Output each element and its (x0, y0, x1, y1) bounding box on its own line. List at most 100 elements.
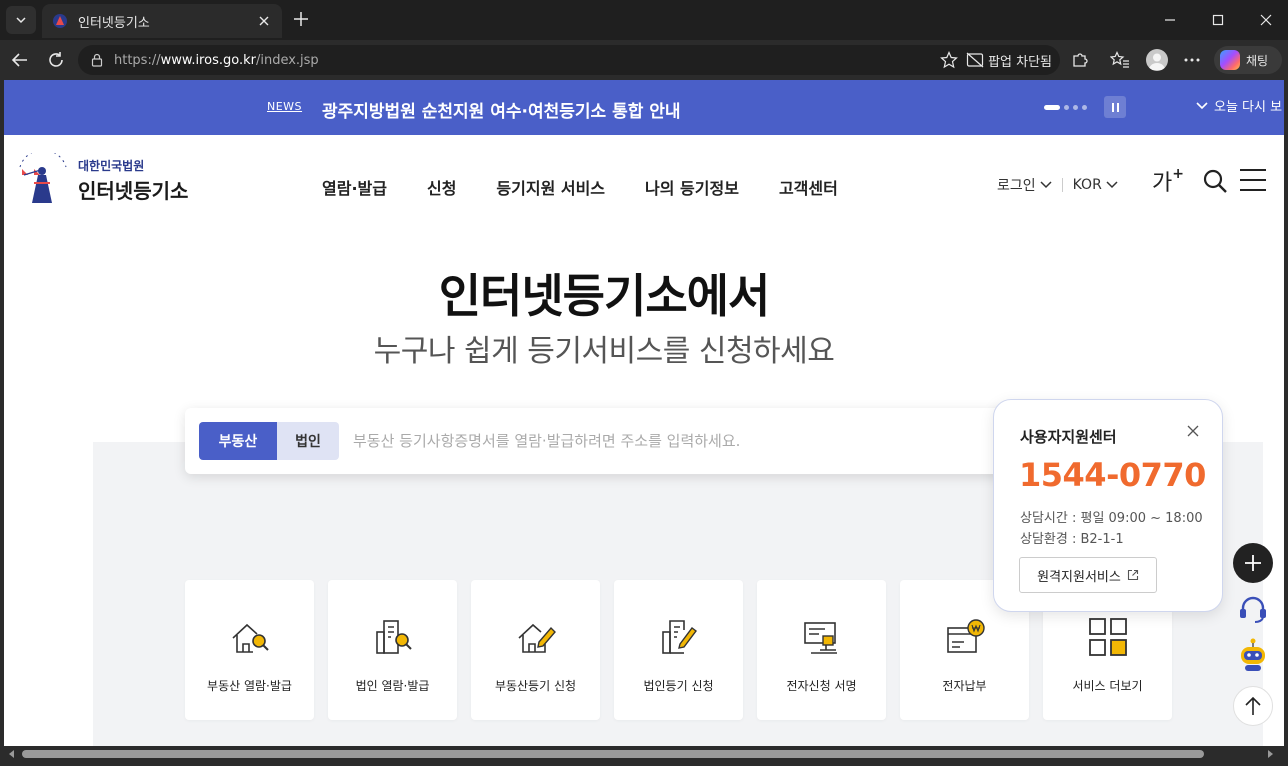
popup-blocked-label: 팝업 차단됨 (988, 54, 1052, 70)
scroll-right-icon[interactable] (1266, 750, 1274, 758)
close-icon[interactable] (1186, 424, 1200, 438)
quick-actions-plus-button[interactable] (1233, 543, 1273, 583)
copilot-icon (1220, 50, 1240, 70)
font-size-label: 가 (1152, 171, 1173, 196)
chatbot-robot-icon[interactable] (1236, 637, 1270, 673)
window-frame-bottom (0, 762, 1288, 766)
more-options-button[interactable] (1180, 48, 1204, 72)
pager-dot-active[interactable] (1044, 105, 1060, 110)
back-button[interactable] (8, 48, 32, 72)
site-logo[interactable]: 대한민국법원 인터넷등기소 (14, 153, 188, 207)
favorite-star-icon[interactable] (940, 51, 958, 69)
nav-item-customer-center[interactable]: 고객센터 (779, 175, 838, 199)
popup-blocked-indicator[interactable]: 팝업 차단됨 (966, 51, 1052, 70)
grid-more-icon (1089, 618, 1127, 656)
address-search-box: 부동산 법인 (185, 408, 1045, 474)
remote-support-label: 원격지원서비스 (1037, 569, 1121, 585)
login-label: 로그인 (997, 178, 1036, 194)
support-hours: 상담시간 : 평일 09:00 ~ 18:00 (1020, 511, 1203, 526)
puzzle-icon (1073, 53, 1088, 67)
hamburger-menu-icon[interactable] (1240, 169, 1266, 191)
language-dropdown[interactable]: KOR (1073, 177, 1118, 193)
quick-menu-label: 부동산 열람·발급 (207, 679, 292, 693)
scrollbar-thumb[interactable] (22, 750, 1204, 758)
search-icon[interactable] (1202, 168, 1228, 194)
browser-toolbar: https://www.iros.go.kr/index.jsp 팝업 차단됨 … (0, 40, 1288, 80)
chevron-down-icon (1106, 181, 1118, 189)
minimize-button[interactable] (1158, 8, 1182, 32)
quick-menu-real-estate-view[interactable]: 부동산 열람·발급 (185, 580, 314, 720)
copilot-chat-button[interactable]: 채팅 (1214, 46, 1282, 74)
scroll-left-icon[interactable] (8, 750, 16, 758)
chevron-down-icon (16, 17, 26, 24)
news-headline-link[interactable]: 광주지방법원 순천지원 여수·여천등기소 통합 안내 (322, 97, 681, 122)
nav-item-support-service[interactable]: 등기지원 서비스 (496, 175, 605, 199)
hero-title: 인터넷등기소에서 (438, 269, 771, 323)
browser-tabbar: 인터넷등기소 (0, 0, 1288, 40)
maximize-button[interactable] (1206, 8, 1230, 32)
support-environment: 상담환경 : B2-1-1 (1020, 532, 1124, 547)
copilot-label: 채팅 (1246, 53, 1269, 68)
new-tab-button[interactable] (290, 8, 312, 30)
horizontal-scrollbar[interactable] (4, 746, 1284, 762)
dont-show-today-label: 오늘 다시 보 (1214, 100, 1283, 115)
close-icon (1260, 14, 1272, 26)
support-title: 사용자지원센터 (1020, 428, 1117, 446)
court-favicon-icon (53, 14, 67, 28)
maximize-icon (1212, 14, 1224, 26)
utility-menu: 로그인 KOR (997, 175, 1118, 195)
login-dropdown[interactable]: 로그인 (997, 175, 1052, 195)
headset-support-icon[interactable] (1237, 593, 1269, 625)
address-bar[interactable]: https://www.iros.go.kr/index.jsp 팝업 차단됨 (78, 45, 1060, 75)
e-sign-icon (804, 622, 837, 654)
tab-actions-menu-button[interactable] (6, 6, 36, 34)
dont-show-today-button[interactable]: 오늘 다시 보 (1196, 96, 1282, 115)
favorites-button[interactable] (1108, 48, 1132, 72)
avatar (1146, 49, 1168, 71)
news-tag: NEWS (267, 100, 303, 113)
quick-menu-corporation-apply[interactable]: 법인등기 신청 (614, 580, 743, 720)
pager-dot[interactable] (1073, 105, 1078, 110)
profile-button[interactable] (1145, 48, 1169, 72)
extensions-button[interactable] (1068, 48, 1092, 72)
nav-item-view-issue[interactable]: 열람·발급 (322, 175, 387, 199)
banner-pager (1044, 105, 1087, 110)
browser-tab-active[interactable]: 인터넷등기소 (42, 4, 282, 38)
quick-menu-e-sign[interactable]: 전자신청 서명 (757, 580, 886, 720)
reload-button[interactable] (44, 48, 68, 72)
plus-icon (294, 12, 308, 26)
arrow-left-icon (11, 53, 27, 67)
tab-corporation[interactable]: 법인 (277, 422, 339, 460)
logo-subtitle: 대한민국법원 (78, 158, 145, 173)
scroll-to-top-button[interactable] (1233, 686, 1273, 726)
building-pen-icon (662, 620, 697, 654)
language-label: KOR (1072, 177, 1102, 193)
pager-dot[interactable] (1064, 105, 1069, 110)
quick-menu-label: 부동산등기 신청 (494, 679, 577, 693)
tab-title: 인터넷등기소 (78, 15, 150, 31)
house-search-icon (232, 623, 269, 653)
quick-menu-label: 전자신청 서명 (786, 679, 857, 693)
nav-item-apply[interactable]: 신청 (427, 175, 456, 199)
address-search-input[interactable] (353, 428, 1013, 454)
tab-real-estate[interactable]: 부동산 (199, 422, 277, 460)
tab-close-icon[interactable] (256, 13, 272, 29)
window-close-button[interactable] (1254, 8, 1278, 32)
window-frame-right (1284, 80, 1288, 766)
chevron-down-icon (1040, 181, 1052, 189)
banner-pause-button[interactable] (1104, 96, 1126, 118)
pager-dot[interactable] (1082, 105, 1087, 110)
web-page: NEWS 광주지방법원 순천지원 여수·여천등기소 통합 안내 오늘 다시 보 (4, 80, 1284, 746)
window-frame-left (0, 80, 4, 766)
quick-menu-corporation-view[interactable]: 법인 열람·발급 (328, 580, 457, 720)
nav-item-my-registry[interactable]: 나의 등기정보 (645, 175, 739, 199)
remote-support-button[interactable]: 원격지원서비스 (1019, 557, 1157, 593)
url-text: https://www.iros.go.kr/index.jsp (114, 52, 319, 68)
quick-menu-label: 전자납부 (942, 679, 987, 693)
minimize-icon (1165, 19, 1175, 21)
logo-title: 인터넷등기소 (78, 178, 189, 203)
quick-menu-real-estate-apply[interactable]: 부동산등기 신청 (471, 580, 600, 720)
site-info-lock-icon (91, 53, 103, 67)
font-size-button[interactable]: 가+ (1152, 165, 1184, 197)
chevron-down-icon (1196, 101, 1208, 109)
